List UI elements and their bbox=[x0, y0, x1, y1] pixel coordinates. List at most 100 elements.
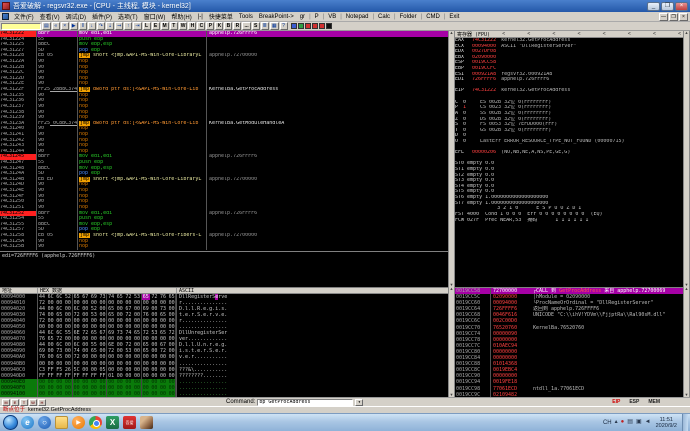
dump-scrollbar[interactable]: ▲▼ bbox=[448, 287, 455, 397]
registers-scrollbar[interactable]: ▲▼ bbox=[683, 31, 690, 287]
help-button[interactable]: ? bbox=[280, 22, 288, 30]
toolbar-letter-l[interactable]: L bbox=[143, 22, 151, 30]
browser-icon[interactable]: ○ bbox=[38, 416, 51, 429]
toolbar-letter-r[interactable]: R bbox=[233, 22, 241, 30]
toolbar-letter-t[interactable]: T bbox=[170, 22, 178, 30]
toolbar-letter-m[interactable]: M bbox=[161, 22, 169, 30]
menu-item[interactable]: Calc bbox=[375, 14, 393, 20]
command-input[interactable] bbox=[257, 399, 353, 406]
menu-item[interactable]: P bbox=[312, 14, 322, 20]
stack-scrollbar[interactable]: ▲▼ bbox=[683, 287, 690, 397]
plugin-button-3[interactable] bbox=[305, 23, 311, 29]
excel-icon[interactable]: X bbox=[106, 416, 119, 429]
language-indicator[interactable]: CH bbox=[603, 420, 612, 426]
minimize-button[interactable]: _ bbox=[647, 2, 660, 11]
chrome-icon[interactable] bbox=[89, 416, 102, 429]
menu-item[interactable]: VB bbox=[325, 14, 339, 20]
pojie-icon[interactable]: 吾爱 bbox=[123, 416, 136, 429]
tray-icons: ▴●▤▣◄ bbox=[615, 416, 651, 429]
status-bar: 断点位于 kernel32.GetProcAddress bbox=[0, 406, 690, 413]
menu-item[interactable]: Tools bbox=[236, 14, 256, 20]
toolbar-letter-w[interactable]: W bbox=[179, 22, 188, 30]
command-bar-button-3[interactable]: T bbox=[20, 399, 28, 406]
menu-item[interactable]: 调试(D) bbox=[63, 12, 89, 21]
plugin-button-5[interactable] bbox=[319, 23, 325, 29]
panels-button[interactable]: ≣ bbox=[261, 22, 269, 30]
dump-header-hex: HEX 数据 bbox=[38, 288, 177, 293]
restart-button[interactable]: « bbox=[52, 22, 60, 30]
disasm-row[interactable]: 74C3125B90nop bbox=[0, 244, 448, 250]
command-bar-button-5[interactable]: H bbox=[38, 399, 46, 406]
menu-item[interactable]: 快捷菜单 bbox=[206, 12, 236, 21]
plugin-button-6[interactable] bbox=[326, 23, 332, 29]
toolbar-letter-s[interactable]: S bbox=[252, 22, 260, 30]
toolbar-letter-p[interactable]: P bbox=[206, 22, 214, 30]
mdi-restore-button[interactable]: ❐ bbox=[669, 13, 678, 21]
mdi-child-icon[interactable] bbox=[2, 13, 9, 20]
menu-item[interactable]: Notepad bbox=[343, 14, 372, 20]
menu-item[interactable]: 选项(T) bbox=[115, 12, 141, 21]
ie-icon[interactable]: e bbox=[21, 416, 34, 429]
command-bar-button-4[interactable]: W bbox=[29, 399, 37, 406]
menu-item[interactable]: 查看(V) bbox=[37, 12, 63, 21]
command-bar-button-1[interactable]: M bbox=[2, 399, 10, 406]
register-row[interactable]: FCW 027F Prec NEAR,53 掩码 1 1 1 1 1 1 bbox=[455, 218, 683, 224]
address-input[interactable] bbox=[1, 23, 41, 30]
toolbar-letter-[interactable]: ... bbox=[242, 22, 250, 30]
until-return-button[interactable]: ↑ bbox=[124, 22, 132, 30]
esp-label[interactable]: ESP bbox=[629, 399, 639, 405]
clipboard-icon[interactable]: ▤ bbox=[627, 416, 633, 429]
volume-icon[interactable]: ◄ bbox=[645, 416, 651, 429]
show-desktop-button[interactable] bbox=[682, 414, 688, 431]
taskbar-clock[interactable]: 11:51 2020/9/2 bbox=[656, 417, 677, 429]
menu-item[interactable]: CMD bbox=[423, 14, 443, 20]
dump-row[interactable]: 0009410000000000000000000000000000000000… bbox=[0, 391, 448, 397]
plugin-button-2[interactable] bbox=[298, 23, 304, 29]
toolbar-letter-h[interactable]: H bbox=[188, 22, 196, 30]
trace-over-button[interactable]: ⇝ bbox=[115, 22, 123, 30]
step-over-button[interactable]: ↷ bbox=[97, 22, 105, 30]
menu-item[interactable]: BreakPoint-> bbox=[256, 14, 297, 20]
eip-label[interactable]: EIP bbox=[612, 399, 620, 405]
close-process-button[interactable]: × bbox=[61, 22, 69, 30]
toolbar-letter-c[interactable]: C bbox=[197, 22, 205, 30]
open-file-button[interactable]: ▤ bbox=[42, 22, 51, 30]
run-button[interactable]: ▶ bbox=[70, 22, 78, 30]
menu-item[interactable]: Folder bbox=[397, 14, 420, 20]
stack-pane: 0019CC5872700000┌CALL 到 GetProcAddress 来… bbox=[455, 287, 683, 397]
menu-item[interactable]: 窗口(W) bbox=[141, 12, 169, 21]
close-button[interactable]: × bbox=[675, 2, 688, 11]
mem-label[interactable]: MEM bbox=[648, 399, 660, 405]
hidden-icons-button[interactable]: ▴ bbox=[615, 416, 618, 429]
security-icon[interactable]: ● bbox=[621, 416, 625, 429]
explorer-icon[interactable] bbox=[55, 416, 68, 429]
toolbar-letter-b[interactable]: B bbox=[224, 22, 232, 30]
menu-item[interactable]: 帮助(H) bbox=[168, 12, 194, 21]
menu-item[interactable]: 插件(P) bbox=[89, 12, 115, 21]
command-dropdown-button[interactable]: ▼ bbox=[355, 399, 363, 406]
mdi-minimize-button[interactable]: — bbox=[659, 13, 668, 21]
menu-item[interactable]: gr bbox=[297, 14, 308, 20]
plugin-button-4[interactable] bbox=[312, 23, 318, 29]
command-bar-button-2[interactable]: E bbox=[11, 399, 19, 406]
printer-icon[interactable]: ▣ bbox=[636, 416, 642, 429]
plugin-button-1[interactable] bbox=[291, 23, 297, 29]
trace-into-button[interactable]: ⇣ bbox=[106, 22, 114, 30]
disasm-scrollbar[interactable]: ▲▼ bbox=[448, 31, 455, 287]
pause-button[interactable]: ‖ bbox=[79, 22, 87, 30]
appearance-button[interactable]: ▦ bbox=[270, 22, 279, 30]
toolbar-letter-e[interactable]: E bbox=[152, 22, 160, 30]
step-into-button[interactable]: ↓ bbox=[88, 22, 96, 30]
toolbar-letter-k[interactable]: K bbox=[215, 22, 223, 30]
mdi-close-button[interactable]: × bbox=[679, 13, 688, 21]
goto-button[interactable]: ⇥ bbox=[133, 22, 141, 30]
maximize-button[interactable]: ❐ bbox=[661, 2, 674, 11]
stack-row[interactable]: 0019CC9C02109482 bbox=[455, 392, 683, 397]
photo-icon[interactable] bbox=[140, 416, 153, 429]
start-button[interactable] bbox=[3, 415, 18, 430]
menu-item[interactable]: 文件(F) bbox=[11, 12, 37, 21]
media-player-icon[interactable]: ▶ bbox=[72, 416, 85, 429]
mdi-window-buttons: —❐× bbox=[659, 13, 688, 21]
menu-item[interactable]: |-| bbox=[195, 14, 206, 20]
menu-item[interactable]: Exit bbox=[446, 14, 462, 20]
